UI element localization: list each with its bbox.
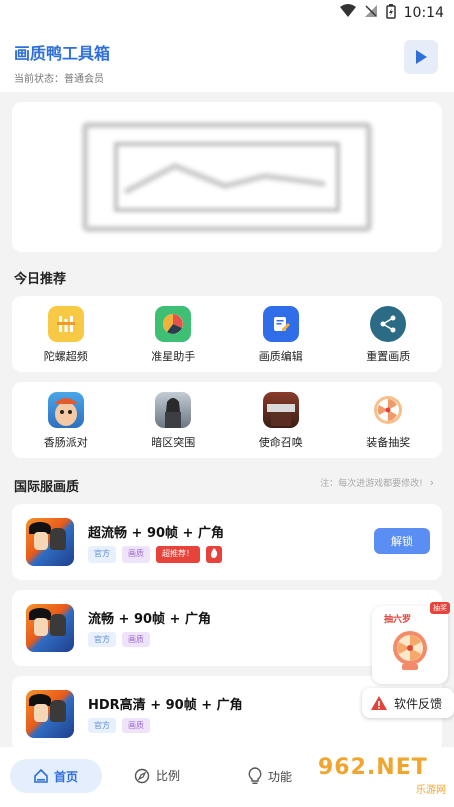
image-placeholder-icon bbox=[82, 122, 372, 232]
tool-label: 准星助手 bbox=[151, 350, 196, 363]
intl-quality-title: 国际服画质 bbox=[14, 480, 80, 495]
share-reset-icon bbox=[370, 306, 407, 342]
fire-icon bbox=[206, 546, 222, 563]
warning-icon bbox=[371, 696, 387, 710]
prize-wheel-icon bbox=[393, 631, 427, 670]
bottom-navigation: 首页 比例 功能 962.NET 乐游网 bbox=[0, 747, 454, 807]
nav-ratio[interactable]: 比例 bbox=[134, 767, 180, 784]
lottery-wheel-icon bbox=[370, 392, 406, 428]
tool-reset-quality[interactable]: 重置画质 bbox=[335, 296, 443, 372]
arena-breakout-game-icon bbox=[155, 392, 192, 428]
nav-function-label: 功能 bbox=[268, 769, 293, 784]
nav-home[interactable]: 首页 bbox=[10, 759, 102, 793]
quality-tag: 画质 bbox=[122, 546, 150, 563]
home-icon bbox=[34, 769, 48, 783]
watermark-top: 962.NET bbox=[318, 755, 428, 780]
nav-ratio-label: 比例 bbox=[156, 769, 181, 783]
crosshair-pie-icon bbox=[155, 306, 192, 342]
tool-label: 画质编辑 bbox=[258, 350, 303, 363]
status-bar: 10:14 bbox=[0, 0, 454, 26]
recommend-tag: 超推荐！ bbox=[156, 546, 200, 563]
game-arena-breakout[interactable]: 暗区突围 bbox=[120, 382, 228, 458]
game-thumbnail bbox=[26, 690, 74, 738]
official-tag: 官方 bbox=[88, 632, 116, 647]
status-time: 10:14 bbox=[403, 5, 444, 21]
nav-function[interactable]: 功能 bbox=[248, 767, 292, 785]
equipment-lottery[interactable]: 装备抽奖 bbox=[335, 382, 443, 458]
tool-label: 暗区突围 bbox=[151, 436, 196, 449]
tool-quality-edit[interactable]: 画质编辑 bbox=[227, 296, 335, 372]
quality-tag: 画质 bbox=[122, 632, 150, 647]
game-thumbnail bbox=[26, 604, 74, 652]
battery-icon bbox=[385, 3, 396, 23]
intl-note[interactable]: 注：每次进游戏都要修改! › bbox=[320, 476, 434, 489]
tool-label: 陀螺超频 bbox=[43, 350, 88, 363]
game-call-of-duty[interactable]: 使命召唤 bbox=[227, 382, 335, 458]
preset-name: 超流畅 + 90帧 + 广角 bbox=[88, 526, 224, 541]
sausage-party-game-icon bbox=[47, 392, 84, 428]
tools-row-1: 陀螺超频 准星助手 画质编辑 重置画质 bbox=[12, 296, 442, 372]
tool-label: 装备抽奖 bbox=[366, 436, 411, 449]
quality-tag: 画质 bbox=[122, 718, 150, 733]
app-header: 画质鸭工具箱 当前状态：普通会员 bbox=[0, 26, 454, 92]
tool-label: 重置画质 bbox=[366, 350, 411, 363]
feedback-label: 软件反馈 bbox=[394, 696, 443, 711]
watermark-bottom: 乐游网 bbox=[416, 785, 446, 796]
quality-preset-card[interactable]: 超流畅 + 90帧 + 广角 官方 画质 超推荐！ 解锁 bbox=[12, 504, 442, 580]
tool-label: 使命召唤 bbox=[258, 436, 303, 449]
today-recommend-title: 今日推荐 bbox=[14, 272, 67, 287]
play-button[interactable] bbox=[404, 40, 438, 74]
preset-name: 流畅 + 90帧 + 广角 bbox=[88, 612, 211, 627]
app-title: 画质鸭工具箱 bbox=[14, 44, 111, 63]
tool-gyro-overclock[interactable]: 陀螺超频 bbox=[12, 296, 120, 372]
edit-icon bbox=[262, 306, 299, 342]
wifi-icon bbox=[339, 4, 356, 22]
lightbulb-icon bbox=[248, 767, 262, 784]
site-watermark: 962.NET 乐游网 bbox=[318, 755, 450, 801]
membership-status: 当前状态：普通会员 bbox=[14, 74, 104, 85]
tool-label: 香肠派对 bbox=[43, 436, 88, 449]
tools-row-2: 香肠派对 暗区突围 使命召唤 装备抽奖 bbox=[12, 382, 442, 458]
nav-home-label: 首页 bbox=[53, 769, 78, 784]
unlock-button[interactable]: 解锁 bbox=[374, 528, 430, 554]
official-tag: 官方 bbox=[88, 718, 116, 733]
banner-carousel[interactable] bbox=[12, 102, 442, 252]
game-sausage-party[interactable]: 香肠派对 bbox=[12, 382, 120, 458]
no-signal-icon bbox=[364, 4, 378, 22]
lottery-badge: 抽奖 bbox=[430, 602, 450, 614]
official-tag: 官方 bbox=[88, 546, 116, 563]
lottery-label: 抽六罗 bbox=[384, 615, 412, 625]
tool-crosshair-helper[interactable]: 准星助手 bbox=[120, 296, 228, 372]
call-of-duty-game-icon bbox=[262, 392, 299, 428]
play-icon bbox=[416, 50, 427, 64]
lottery-float-button[interactable]: 抽奖 抽六罗 bbox=[372, 602, 450, 684]
feedback-button[interactable]: 软件反馈 bbox=[362, 688, 454, 718]
game-thumbnail bbox=[26, 518, 74, 566]
preset-name: HDR高清 + 90帧 + 广角 bbox=[88, 698, 243, 713]
gyro-icon bbox=[47, 306, 84, 342]
chevron-right-icon: › bbox=[429, 476, 434, 489]
compass-icon bbox=[134, 768, 150, 783]
